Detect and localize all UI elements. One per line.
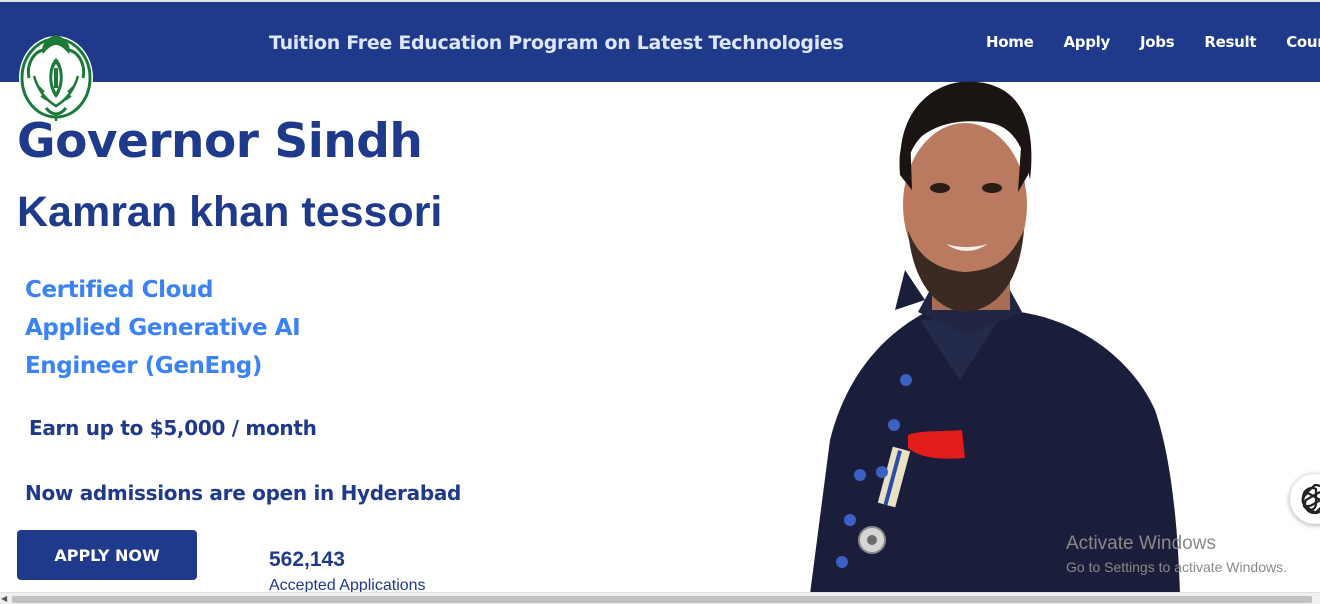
nav-apply-link[interactable]: Apply: [1063, 33, 1110, 51]
nav-home-link[interactable]: Home: [986, 33, 1034, 51]
course-item: Certified Cloud: [25, 277, 214, 303]
governor-house-emblem-icon[interactable]: [16, 28, 96, 124]
governor-heading: Governor Sindh: [17, 114, 423, 169]
navbar: Tuition Free Education Program on Latest…: [0, 2, 1320, 82]
course-item: Applied Generative AI: [25, 315, 301, 341]
governor-portrait: [810, 81, 1180, 594]
nav-courses-link[interactable]: Courses: [1286, 33, 1320, 51]
scrollbar-thumb[interactable]: [12, 596, 1312, 603]
chat-widget-icon[interactable]: [1290, 474, 1320, 524]
admissions-text: Now admissions are open in Hyderabad: [25, 481, 462, 505]
course-item: Engineer (GenEng): [25, 353, 262, 379]
course-list: Certified Cloud Applied Generative AI En…: [25, 271, 301, 385]
applications-count: 562,143: [269, 548, 345, 571]
windows-activation-watermark: Activate Windows Go to Settings to activ…: [1066, 533, 1287, 575]
program-title: Tuition Free Education Program on Latest…: [269, 32, 844, 54]
governor-name: Kamran khan tessori: [17, 188, 443, 236]
apply-now-button[interactable]: APPLY NOW: [17, 530, 197, 580]
nav-result-link[interactable]: Result: [1204, 33, 1256, 51]
nav-links: Home Apply Jobs Result Courses: [986, 33, 1320, 51]
nav-jobs-link[interactable]: Jobs: [1140, 33, 1175, 51]
activate-title: Activate Windows: [1066, 533, 1216, 554]
earning-text: Earn up to $5,000 / month: [29, 416, 317, 440]
horizontal-scrollbar[interactable]: ◀: [0, 592, 1320, 604]
scroll-left-arrow-icon[interactable]: ◀: [1, 594, 7, 603]
activate-subtitle: Go to Settings to activate Windows.: [1066, 559, 1287, 575]
